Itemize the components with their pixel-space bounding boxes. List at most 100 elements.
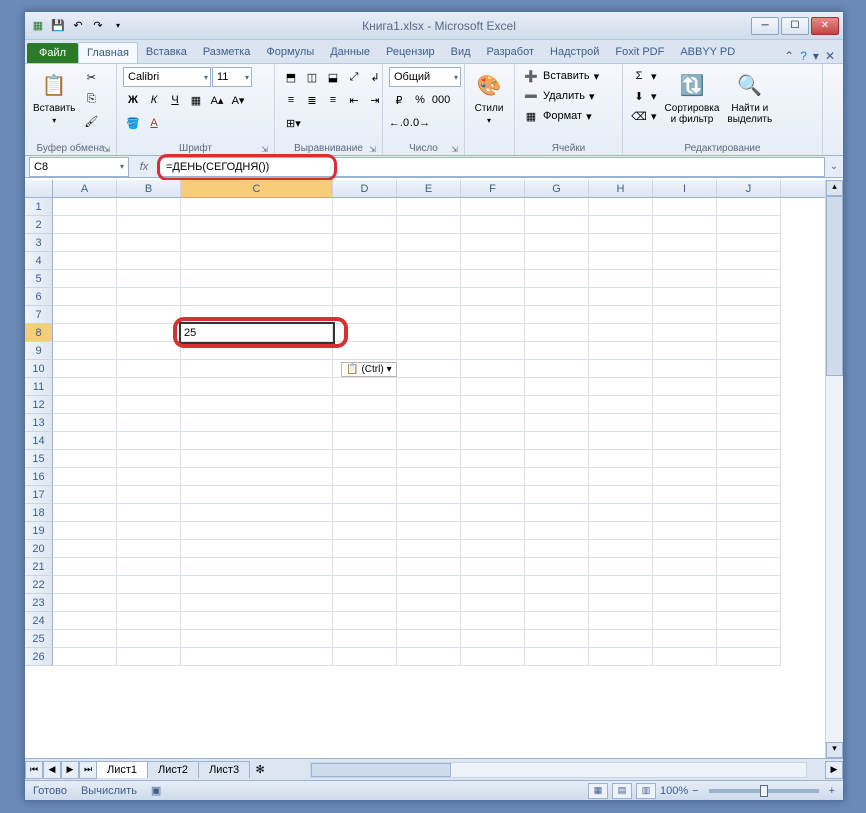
cell-A26[interactable] <box>53 648 117 666</box>
cell-C19[interactable] <box>181 522 333 540</box>
cell-B5[interactable] <box>117 270 181 288</box>
fill-color-icon[interactable]: 🪣 <box>123 113 143 133</box>
paste-button[interactable]: 📋 Вставить ▾ <box>31 67 77 127</box>
cell-H11[interactable] <box>589 378 653 396</box>
cell-A3[interactable] <box>53 234 117 252</box>
row-header-14[interactable]: 14 <box>25 432 53 450</box>
cell-H13[interactable] <box>589 414 653 432</box>
cell-J25[interactable] <box>717 630 781 648</box>
cell-B4[interactable] <box>117 252 181 270</box>
cell-B9[interactable] <box>117 342 181 360</box>
cell-D4[interactable] <box>333 252 397 270</box>
vertical-scrollbar[interactable]: ▴ ▾ <box>825 180 843 758</box>
cell-F12[interactable] <box>461 396 525 414</box>
cell-A6[interactable] <box>53 288 117 306</box>
cell-D24[interactable] <box>333 612 397 630</box>
cell-F19[interactable] <box>461 522 525 540</box>
cell-J24[interactable] <box>717 612 781 630</box>
cell-G18[interactable] <box>525 504 589 522</box>
cell-I21[interactable] <box>653 558 717 576</box>
select-all-corner[interactable] <box>25 180 53 197</box>
zoom-out-icon[interactable]: − <box>692 785 698 797</box>
cell-I15[interactable] <box>653 450 717 468</box>
cell-B2[interactable] <box>117 216 181 234</box>
cell-E20[interactable] <box>397 540 461 558</box>
cell-B24[interactable] <box>117 612 181 630</box>
cell-A4[interactable] <box>53 252 117 270</box>
row-header-15[interactable]: 15 <box>25 450 53 468</box>
cell-A10[interactable] <box>53 360 117 378</box>
excel-icon[interactable]: ▦ <box>29 17 47 35</box>
row-header-18[interactable]: 18 <box>25 504 53 522</box>
cell-H18[interactable] <box>589 504 653 522</box>
cell-H1[interactable] <box>589 198 653 216</box>
cell-I4[interactable] <box>653 252 717 270</box>
cell-E24[interactable] <box>397 612 461 630</box>
cell-I26[interactable] <box>653 648 717 666</box>
cell-G11[interactable] <box>525 378 589 396</box>
cut-icon[interactable]: ✂ <box>81 67 101 87</box>
cell-D15[interactable] <box>333 450 397 468</box>
cell-J11[interactable] <box>717 378 781 396</box>
cell-D20[interactable] <box>333 540 397 558</box>
save-icon[interactable]: 💾 <box>49 17 67 35</box>
cell-F8[interactable] <box>461 324 525 342</box>
cell-C11[interactable] <box>181 378 333 396</box>
ribbon-tab-вставка[interactable]: Вставка <box>138 42 195 63</box>
cell-E4[interactable] <box>397 252 461 270</box>
cell-A8[interactable] <box>53 324 117 342</box>
col-header-I[interactable]: I <box>653 180 717 197</box>
cell-I5[interactable] <box>653 270 717 288</box>
cell-F16[interactable] <box>461 468 525 486</box>
cell-H21[interactable] <box>589 558 653 576</box>
minimize-ribbon-icon[interactable]: ⌃ <box>784 49 794 63</box>
cell-C7[interactable] <box>181 306 333 324</box>
cell-A12[interactable] <box>53 396 117 414</box>
cell-I11[interactable] <box>653 378 717 396</box>
cell-A11[interactable] <box>53 378 117 396</box>
cell-F6[interactable] <box>461 288 525 306</box>
col-header-J[interactable]: J <box>717 180 781 197</box>
row-header-24[interactable]: 24 <box>25 612 53 630</box>
cell-H23[interactable] <box>589 594 653 612</box>
sheet-tab-Лист1[interactable]: Лист1 <box>96 761 148 778</box>
cell-A22[interactable] <box>53 576 117 594</box>
cell-G7[interactable] <box>525 306 589 324</box>
row-header-25[interactable]: 25 <box>25 630 53 648</box>
ribbon-tab-рецензир[interactable]: Рецензир <box>378 42 443 63</box>
ribbon-tab-разметка[interactable]: Разметка <box>195 42 259 63</box>
cell-H15[interactable] <box>589 450 653 468</box>
cell-G19[interactable] <box>525 522 589 540</box>
cell-D22[interactable] <box>333 576 397 594</box>
cell-G15[interactable] <box>525 450 589 468</box>
expand-icon[interactable]: ⇲ <box>261 145 268 154</box>
hscroll-thumb[interactable] <box>311 763 451 777</box>
cell-G5[interactable] <box>525 270 589 288</box>
cell-A24[interactable] <box>53 612 117 630</box>
align-top-icon[interactable]: ⬒ <box>281 67 301 87</box>
help-icon[interactable]: ? <box>800 49 807 63</box>
underline-icon[interactable]: Ч <box>165 90 185 110</box>
cell-B3[interactable] <box>117 234 181 252</box>
last-sheet-icon[interactable]: ⏭ <box>79 761 97 779</box>
cell-J17[interactable] <box>717 486 781 504</box>
find-select-button[interactable]: 🔍 Найти и выделить <box>725 67 774 127</box>
cell-F4[interactable] <box>461 252 525 270</box>
cell-G16[interactable] <box>525 468 589 486</box>
cell-A18[interactable] <box>53 504 117 522</box>
cell-G24[interactable] <box>525 612 589 630</box>
border-icon[interactable]: ▦ <box>186 90 206 110</box>
cell-C22[interactable] <box>181 576 333 594</box>
cell-I8[interactable] <box>653 324 717 342</box>
cell-E5[interactable] <box>397 270 461 288</box>
cell-A16[interactable] <box>53 468 117 486</box>
number-format-combo[interactable]: Общий <box>389 67 461 87</box>
fill-button[interactable]: ⬇▾ <box>629 87 659 105</box>
cell-C15[interactable] <box>181 450 333 468</box>
wrap-text-icon[interactable]: ↲ <box>365 67 385 87</box>
row-header-19[interactable]: 19 <box>25 522 53 540</box>
cell-J16[interactable] <box>717 468 781 486</box>
ribbon-tab-формулы[interactable]: Формулы <box>258 42 322 63</box>
cell-D5[interactable] <box>333 270 397 288</box>
expand-icon[interactable]: ⇲ <box>369 145 376 154</box>
